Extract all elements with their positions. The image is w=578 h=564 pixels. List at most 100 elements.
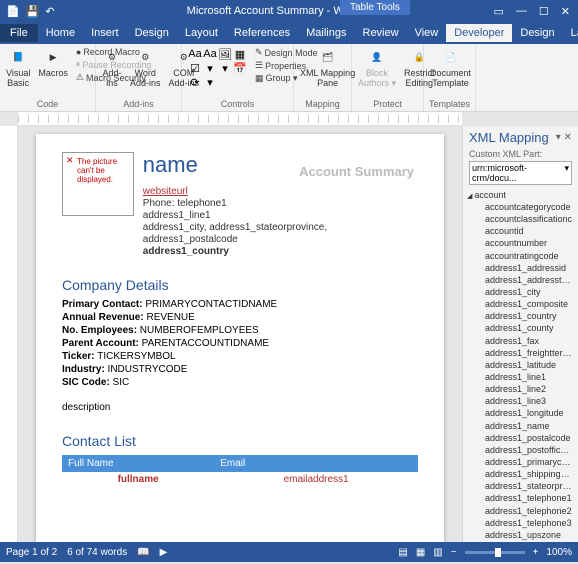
control-legacy-icon[interactable]: ▾ bbox=[203, 76, 217, 89]
table-row[interactable]: fullnameemailaddress1 bbox=[62, 472, 418, 487]
control-picture-icon[interactable]: 🖼 bbox=[218, 48, 232, 61]
tree-item[interactable]: accountratingcode bbox=[467, 250, 574, 262]
menu-bar: File Home Insert Design Layout Reference… bbox=[0, 22, 578, 44]
group-protect: 👤Block Authors ▾ 🔒Restrict Editing Prote… bbox=[352, 44, 424, 111]
control-richtext-icon[interactable]: Aa bbox=[188, 48, 202, 61]
zoom-in-icon[interactable]: + bbox=[533, 547, 539, 558]
control-plaintext-icon[interactable]: Aa bbox=[203, 48, 217, 61]
tree-item[interactable]: address1_country bbox=[467, 310, 574, 322]
tree-item[interactable]: address1_city bbox=[467, 286, 574, 298]
document-area[interactable]: Account Summary The picture can't be dis… bbox=[18, 126, 462, 542]
tree-item[interactable]: address1_shippingmet bbox=[467, 468, 574, 480]
status-words[interactable]: 6 of 74 words bbox=[67, 547, 127, 558]
tab-insert[interactable]: Insert bbox=[83, 24, 127, 42]
tree-item[interactable]: address1_upszone bbox=[467, 529, 574, 541]
tab-layout[interactable]: Layout bbox=[177, 24, 226, 42]
view-web-icon[interactable]: ▥ bbox=[433, 547, 442, 558]
tree-item[interactable]: address1_fax bbox=[467, 335, 574, 347]
tree-item[interactable]: address1_longitude bbox=[467, 407, 574, 419]
status-macro-icon[interactable]: ▶ bbox=[160, 547, 168, 558]
title-bar: 📄 💾 ↶ Microsoft Account Summary - Word T… bbox=[0, 0, 578, 22]
tree-item[interactable]: accountcategorycode bbox=[467, 201, 574, 213]
tree-item[interactable]: address1_line3 bbox=[467, 395, 574, 407]
tree-item[interactable]: address1_freightterms bbox=[467, 347, 574, 359]
xml-mapping-button[interactable]: 🗂XML Mapping Pane bbox=[298, 46, 357, 91]
xml-mapping-panel: XML Mapping▾ ✕ Custom XML Part: urn:micr… bbox=[462, 126, 578, 542]
tree-item[interactable]: address1_name bbox=[467, 420, 574, 432]
word-icon: 📄 bbox=[6, 5, 20, 18]
group-mapping: 🗂XML Mapping Pane Mapping bbox=[294, 44, 352, 111]
control-date-icon[interactable]: 📅 bbox=[233, 62, 247, 75]
tree-item[interactable]: accountnumber bbox=[467, 237, 574, 249]
tree-item[interactable]: address1_telephone2 bbox=[467, 505, 574, 517]
detail-row: Parent Account: PARENTACCOUNTIDNAME bbox=[62, 338, 418, 349]
detail-row: Ticker: TICKERSYMBOL bbox=[62, 351, 418, 362]
view-read-icon[interactable]: ▤ bbox=[398, 547, 407, 558]
group-templates: 📄Document Template Templates bbox=[424, 44, 476, 111]
document-template-button[interactable]: 📄Document Template bbox=[428, 46, 473, 91]
tree-item[interactable]: address1_line2 bbox=[467, 383, 574, 395]
tree-item[interactable]: address1_county bbox=[467, 322, 574, 334]
status-bar: Page 1 of 2 6 of 74 words 📖 ▶ ▤ ▦ ▥ − + … bbox=[0, 542, 578, 562]
save-icon[interactable]: 💾 bbox=[26, 5, 40, 18]
panel-title: XML Mapping▾ ✕ bbox=[463, 126, 578, 149]
control-repeating-icon[interactable]: ⟳ bbox=[188, 76, 202, 89]
tree-item[interactable]: address1_postalcode bbox=[467, 432, 574, 444]
panel-close-icon[interactable]: ✕ bbox=[564, 132, 572, 143]
tab-references[interactable]: References bbox=[226, 24, 298, 42]
image-placeholder[interactable]: The picture can't be displayed. bbox=[62, 152, 134, 216]
undo-icon[interactable]: ↶ bbox=[45, 5, 54, 18]
chevron-down-icon: ▾ bbox=[564, 163, 569, 183]
tree-item[interactable]: address1_postofficebo bbox=[467, 444, 574, 456]
tab-mailings[interactable]: Mailings bbox=[298, 24, 354, 42]
xml-tree[interactable]: account accountcategorycodeaccountclassi… bbox=[463, 187, 578, 542]
tree-item[interactable]: address1_latitude bbox=[467, 359, 574, 371]
view-print-icon[interactable]: ▦ bbox=[416, 547, 425, 558]
panel-dropdown-icon[interactable]: ▾ bbox=[556, 132, 561, 143]
xml-part-select[interactable]: urn:microsoft-crm/docu...▾ bbox=[469, 161, 572, 185]
field-addr1: address1_line1 bbox=[143, 210, 327, 221]
maximize-icon[interactable]: ☐ bbox=[539, 5, 549, 18]
tree-item[interactable]: address1_addresstypec bbox=[467, 274, 574, 286]
minimize-icon[interactable]: — bbox=[516, 5, 527, 18]
zoom-slider[interactable] bbox=[465, 551, 525, 554]
control-dropdown-icon[interactable]: ▾ bbox=[218, 62, 232, 75]
addins-button[interactable]: ⚙Add- ins bbox=[100, 46, 124, 91]
tab-design[interactable]: Design bbox=[127, 24, 177, 42]
vertical-ruler[interactable] bbox=[0, 126, 18, 542]
tree-item[interactable]: address1_telephone3 bbox=[467, 517, 574, 529]
tab-table-layout[interactable]: Layout bbox=[563, 24, 578, 42]
tab-review[interactable]: Review bbox=[355, 24, 407, 42]
tree-item[interactable]: address1_addressid bbox=[467, 262, 574, 274]
tree-item[interactable]: address1_primaryconta bbox=[467, 456, 574, 468]
block-authors-button[interactable]: 👤Block Authors ▾ bbox=[356, 46, 398, 91]
tree-item[interactable]: accountid bbox=[467, 225, 574, 237]
table-tools-tab[interactable]: Table Tools bbox=[340, 0, 410, 15]
word-addins-button[interactable]: ⚙Word Add-ins bbox=[128, 46, 163, 91]
tree-item[interactable]: accountclassificationc bbox=[467, 213, 574, 225]
tree-item[interactable]: address1_utcoffset bbox=[467, 541, 574, 542]
ribbon-options-icon[interactable]: ▭ bbox=[494, 5, 504, 18]
tab-developer[interactable]: Developer bbox=[446, 24, 512, 42]
tab-table-design[interactable]: Design bbox=[512, 24, 562, 42]
control-checkbox-icon[interactable]: ☑ bbox=[188, 62, 202, 75]
visual-basic-button[interactable]: 📘Visual Basic bbox=[4, 46, 32, 91]
tree-item[interactable]: address1_stateorprovi bbox=[467, 480, 574, 492]
status-spell-icon[interactable]: 📖 bbox=[137, 547, 149, 558]
macros-button[interactable]: ▶Macros bbox=[36, 46, 70, 81]
control-buildingblock-icon[interactable]: ▦ bbox=[233, 48, 247, 61]
control-combo-icon[interactable]: ▾ bbox=[203, 62, 217, 75]
horizontal-ruler[interactable] bbox=[18, 112, 462, 126]
status-page[interactable]: Page 1 of 2 bbox=[6, 547, 57, 558]
file-tab[interactable]: File bbox=[0, 24, 38, 42]
tree-item[interactable]: address1_telephone1 bbox=[467, 492, 574, 504]
zoom-level[interactable]: 100% bbox=[546, 547, 572, 558]
tab-view[interactable]: View bbox=[407, 24, 447, 42]
field-website[interactable]: websiteurl bbox=[143, 186, 327, 197]
tree-item[interactable]: address1_line1 bbox=[467, 371, 574, 383]
tree-root[interactable]: account bbox=[467, 189, 574, 201]
zoom-out-icon[interactable]: − bbox=[451, 547, 457, 558]
tab-home[interactable]: Home bbox=[38, 24, 83, 42]
close-icon[interactable]: ✕ bbox=[561, 5, 570, 18]
tree-item[interactable]: address1_composite bbox=[467, 298, 574, 310]
